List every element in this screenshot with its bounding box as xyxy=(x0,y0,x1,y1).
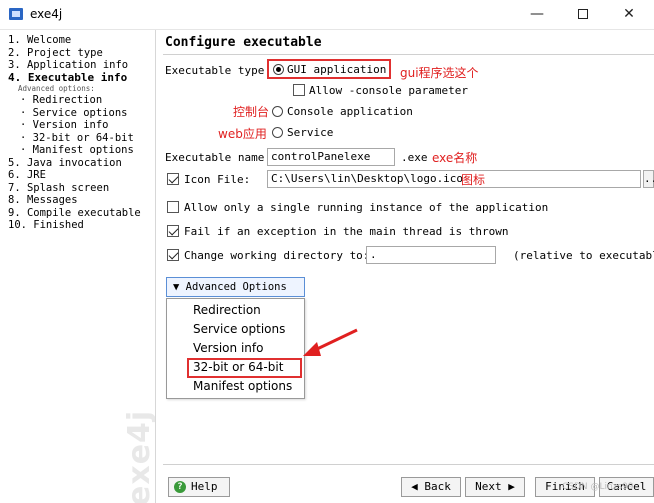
help-label: Help xyxy=(191,480,218,493)
maximize-button[interactable] xyxy=(568,3,598,25)
footer-divider xyxy=(163,464,654,465)
step-splash-screen[interactable]: 7. Splash screen xyxy=(8,182,141,195)
next-button[interactable]: Next ▶ xyxy=(465,477,525,497)
step-service-options[interactable]: · Service options xyxy=(8,107,141,120)
step-compile-executable[interactable]: 9. Compile executable xyxy=(8,207,141,220)
help-icon: ? xyxy=(174,481,186,493)
step-executable-info[interactable]: 4. Executable info xyxy=(8,71,141,85)
maximize-icon xyxy=(578,9,588,19)
step-application-info[interactable]: 3. Application info xyxy=(8,59,141,72)
step-jre[interactable]: 6. JRE xyxy=(8,169,141,182)
title-bar: exe4j — ✕ xyxy=(0,0,654,30)
wizard-steps: 1. Welcome 2. Project type 3. Applicatio… xyxy=(8,34,141,232)
red-arrow-icon xyxy=(303,328,358,356)
step-welcome[interactable]: 1. Welcome xyxy=(8,34,141,47)
main-panel: Configure executable Executable type: GU… xyxy=(157,30,654,503)
step-32-64-bit[interactable]: · 32-bit or 64-bit xyxy=(8,132,141,145)
close-button[interactable]: ✕ xyxy=(614,3,644,25)
back-button[interactable]: ◀ Back xyxy=(401,477,461,497)
exe4j-watermark: exe4j xyxy=(122,409,156,503)
step-messages[interactable]: 8. Messages xyxy=(8,194,141,207)
advanced-options-heading: Advanced options: xyxy=(18,84,95,93)
step-manifest-options[interactable]: · Manifest options xyxy=(8,144,141,157)
step-project-type[interactable]: 2. Project type xyxy=(8,47,141,60)
step-version-info[interactable]: · Version info xyxy=(8,119,141,132)
minimize-button[interactable]: — xyxy=(522,3,552,25)
help-button[interactable]: ? Help xyxy=(168,477,230,497)
step-finished[interactable]: 10. Finished xyxy=(8,219,141,232)
wizard-sidebar: 1. Welcome 2. Project type 3. Applicatio… xyxy=(0,30,156,503)
window-title: exe4j xyxy=(30,7,63,21)
app-icon xyxy=(9,8,23,20)
csdn-credit: CSDN @Linzs99 xyxy=(562,482,634,492)
step-redirection[interactable]: · Redirection xyxy=(8,94,141,107)
step-java-invocation[interactable]: 5. Java invocation xyxy=(8,157,141,170)
